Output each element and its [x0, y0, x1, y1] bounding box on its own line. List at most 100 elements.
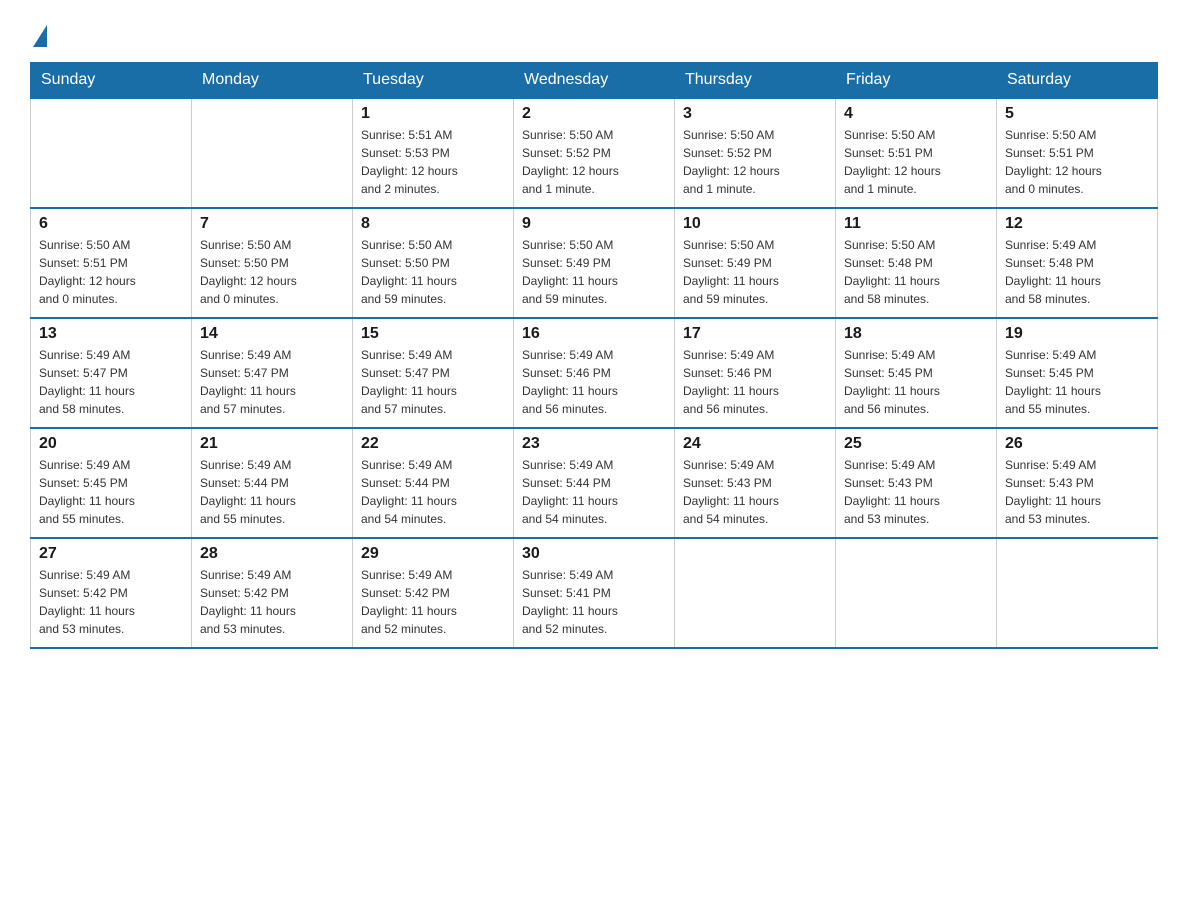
calendar-cell: 30 Sunrise: 5:49 AM Sunset: 5:41 PM Dayli…: [514, 538, 675, 648]
day-info: Sunrise: 5:49 AM Sunset: 5:47 PM Dayligh…: [39, 346, 183, 418]
day-number: 16: [522, 325, 666, 343]
calendar-cell: 15 Sunrise: 5:49 AM Sunset: 5:47 PM Dayli…: [353, 318, 514, 428]
calendar-cell: 22 Sunrise: 5:49 AM Sunset: 5:44 PM Dayli…: [353, 428, 514, 538]
day-number: 25: [844, 435, 988, 453]
header-sunday: Sunday: [31, 63, 192, 99]
logo-triangle-icon: [33, 25, 47, 47]
calendar-cell: [192, 98, 353, 208]
day-info: Sunrise: 5:49 AM Sunset: 5:42 PM Dayligh…: [200, 566, 344, 638]
day-info: Sunrise: 5:50 AM Sunset: 5:50 PM Dayligh…: [200, 236, 344, 308]
day-info: Sunrise: 5:49 AM Sunset: 5:42 PM Dayligh…: [361, 566, 505, 638]
day-info: Sunrise: 5:49 AM Sunset: 5:46 PM Dayligh…: [522, 346, 666, 418]
day-number: 22: [361, 435, 505, 453]
calendar-cell: 6 Sunrise: 5:50 AM Sunset: 5:51 PM Daylig…: [31, 208, 192, 318]
day-number: 12: [1005, 215, 1149, 233]
calendar-table: SundayMondayTuesdayWednesdayThursdayFrid…: [30, 62, 1158, 649]
day-number: 7: [200, 215, 344, 233]
header-wednesday: Wednesday: [514, 63, 675, 99]
calendar-cell: 27 Sunrise: 5:49 AM Sunset: 5:42 PM Dayli…: [31, 538, 192, 648]
day-info: Sunrise: 5:50 AM Sunset: 5:51 PM Dayligh…: [1005, 126, 1149, 198]
day-info: Sunrise: 5:49 AM Sunset: 5:43 PM Dayligh…: [844, 456, 988, 528]
day-info: Sunrise: 5:49 AM Sunset: 5:46 PM Dayligh…: [683, 346, 827, 418]
week-row-5: 27 Sunrise: 5:49 AM Sunset: 5:42 PM Dayli…: [31, 538, 1158, 648]
page-header: [30, 20, 1158, 42]
day-info: Sunrise: 5:50 AM Sunset: 5:49 PM Dayligh…: [683, 236, 827, 308]
calendar-cell: 7 Sunrise: 5:50 AM Sunset: 5:50 PM Daylig…: [192, 208, 353, 318]
day-info: Sunrise: 5:49 AM Sunset: 5:42 PM Dayligh…: [39, 566, 183, 638]
calendar-cell: 29 Sunrise: 5:49 AM Sunset: 5:42 PM Dayli…: [353, 538, 514, 648]
day-info: Sunrise: 5:49 AM Sunset: 5:44 PM Dayligh…: [361, 456, 505, 528]
week-row-1: 1 Sunrise: 5:51 AM Sunset: 5:53 PM Daylig…: [31, 98, 1158, 208]
day-number: 27: [39, 545, 183, 563]
calendar-cell: 24 Sunrise: 5:49 AM Sunset: 5:43 PM Dayli…: [675, 428, 836, 538]
week-row-3: 13 Sunrise: 5:49 AM Sunset: 5:47 PM Dayli…: [31, 318, 1158, 428]
calendar-cell: 13 Sunrise: 5:49 AM Sunset: 5:47 PM Dayli…: [31, 318, 192, 428]
calendar-cell: 18Sunrise: 5:49 AM Sunset: 5:45 PM Dayli…: [836, 318, 997, 428]
calendar-cell: 21Sunrise: 5:49 AM Sunset: 5:44 PM Dayli…: [192, 428, 353, 538]
day-number: 30: [522, 545, 666, 563]
day-info: Sunrise: 5:50 AM Sunset: 5:51 PM Dayligh…: [39, 236, 183, 308]
calendar-header-row: SundayMondayTuesdayWednesdayThursdayFrid…: [31, 63, 1158, 99]
day-info: Sunrise: 5:49 AM Sunset: 5:48 PM Dayligh…: [1005, 236, 1149, 308]
header-friday: Friday: [836, 63, 997, 99]
header-tuesday: Tuesday: [353, 63, 514, 99]
day-number: 21: [200, 435, 344, 453]
header-thursday: Thursday: [675, 63, 836, 99]
day-info: Sunrise: 5:51 AM Sunset: 5:53 PM Dayligh…: [361, 126, 505, 198]
calendar-cell: 19 Sunrise: 5:49 AM Sunset: 5:45 PM Dayli…: [997, 318, 1158, 428]
calendar-cell: 8 Sunrise: 5:50 AM Sunset: 5:50 PM Daylig…: [353, 208, 514, 318]
calendar-cell: [836, 538, 997, 648]
calendar-cell: 17 Sunrise: 5:49 AM Sunset: 5:46 PM Dayli…: [675, 318, 836, 428]
day-info: Sunrise: 5:49 AM Sunset: 5:45 PM Dayligh…: [39, 456, 183, 528]
header-monday: Monday: [192, 63, 353, 99]
day-number: 15: [361, 325, 505, 343]
day-number: 26: [1005, 435, 1149, 453]
day-number: 10: [683, 215, 827, 233]
calendar-cell: 1 Sunrise: 5:51 AM Sunset: 5:53 PM Daylig…: [353, 98, 514, 208]
day-number: 1: [361, 105, 505, 123]
day-info: Sunrise: 5:50 AM Sunset: 5:48 PM Dayligh…: [844, 236, 988, 308]
calendar-cell: 3Sunrise: 5:50 AM Sunset: 5:52 PM Daylig…: [675, 98, 836, 208]
day-info: Sunrise: 5:50 AM Sunset: 5:51 PM Dayligh…: [844, 126, 988, 198]
calendar-cell: 28 Sunrise: 5:49 AM Sunset: 5:42 PM Dayli…: [192, 538, 353, 648]
calendar-cell: [997, 538, 1158, 648]
calendar-cell: 4 Sunrise: 5:50 AM Sunset: 5:51 PM Daylig…: [836, 98, 997, 208]
day-info: Sunrise: 5:49 AM Sunset: 5:47 PM Dayligh…: [361, 346, 505, 418]
header-saturday: Saturday: [997, 63, 1158, 99]
calendar-cell: 20 Sunrise: 5:49 AM Sunset: 5:45 PM Dayli…: [31, 428, 192, 538]
day-info: Sunrise: 5:49 AM Sunset: 5:41 PM Dayligh…: [522, 566, 666, 638]
day-info: Sunrise: 5:49 AM Sunset: 5:45 PM Dayligh…: [1005, 346, 1149, 418]
calendar-cell: 10 Sunrise: 5:50 AM Sunset: 5:49 PM Dayli…: [675, 208, 836, 318]
week-row-4: 20 Sunrise: 5:49 AM Sunset: 5:45 PM Dayli…: [31, 428, 1158, 538]
calendar-cell: 16 Sunrise: 5:49 AM Sunset: 5:46 PM Dayli…: [514, 318, 675, 428]
day-info: Sunrise: 5:49 AM Sunset: 5:47 PM Dayligh…: [200, 346, 344, 418]
day-number: 24: [683, 435, 827, 453]
day-info: Sunrise: 5:50 AM Sunset: 5:52 PM Dayligh…: [522, 126, 666, 198]
calendar-cell: 26 Sunrise: 5:49 AM Sunset: 5:43 PM Dayli…: [997, 428, 1158, 538]
day-number: 29: [361, 545, 505, 563]
calendar-cell: 9 Sunrise: 5:50 AM Sunset: 5:49 PM Daylig…: [514, 208, 675, 318]
day-number: 2: [522, 105, 666, 123]
calendar-cell: 2 Sunrise: 5:50 AM Sunset: 5:52 PM Daylig…: [514, 98, 675, 208]
day-info: Sunrise: 5:50 AM Sunset: 5:49 PM Dayligh…: [522, 236, 666, 308]
day-number: 17: [683, 325, 827, 343]
day-number: 6: [39, 215, 183, 233]
day-info: Sunrise: 5:50 AM Sunset: 5:50 PM Dayligh…: [361, 236, 505, 308]
day-info: Sunrise: 5:49 AM Sunset: 5:43 PM Dayligh…: [683, 456, 827, 528]
calendar-cell: 12 Sunrise: 5:49 AM Sunset: 5:48 PM Dayli…: [997, 208, 1158, 318]
calendar-cell: 23Sunrise: 5:49 AM Sunset: 5:44 PM Dayli…: [514, 428, 675, 538]
day-number: 4: [844, 105, 988, 123]
day-number: 8: [361, 215, 505, 233]
calendar-cell: 11Sunrise: 5:50 AM Sunset: 5:48 PM Dayli…: [836, 208, 997, 318]
day-info: Sunrise: 5:49 AM Sunset: 5:43 PM Dayligh…: [1005, 456, 1149, 528]
day-number: 9: [522, 215, 666, 233]
day-number: 20: [39, 435, 183, 453]
day-number: 14: [200, 325, 344, 343]
day-number: 19: [1005, 325, 1149, 343]
calendar-cell: 14 Sunrise: 5:49 AM Sunset: 5:47 PM Dayli…: [192, 318, 353, 428]
day-number: 28: [200, 545, 344, 563]
logo: [30, 20, 47, 42]
day-number: 18: [844, 325, 988, 343]
day-number: 13: [39, 325, 183, 343]
calendar-cell: [31, 98, 192, 208]
